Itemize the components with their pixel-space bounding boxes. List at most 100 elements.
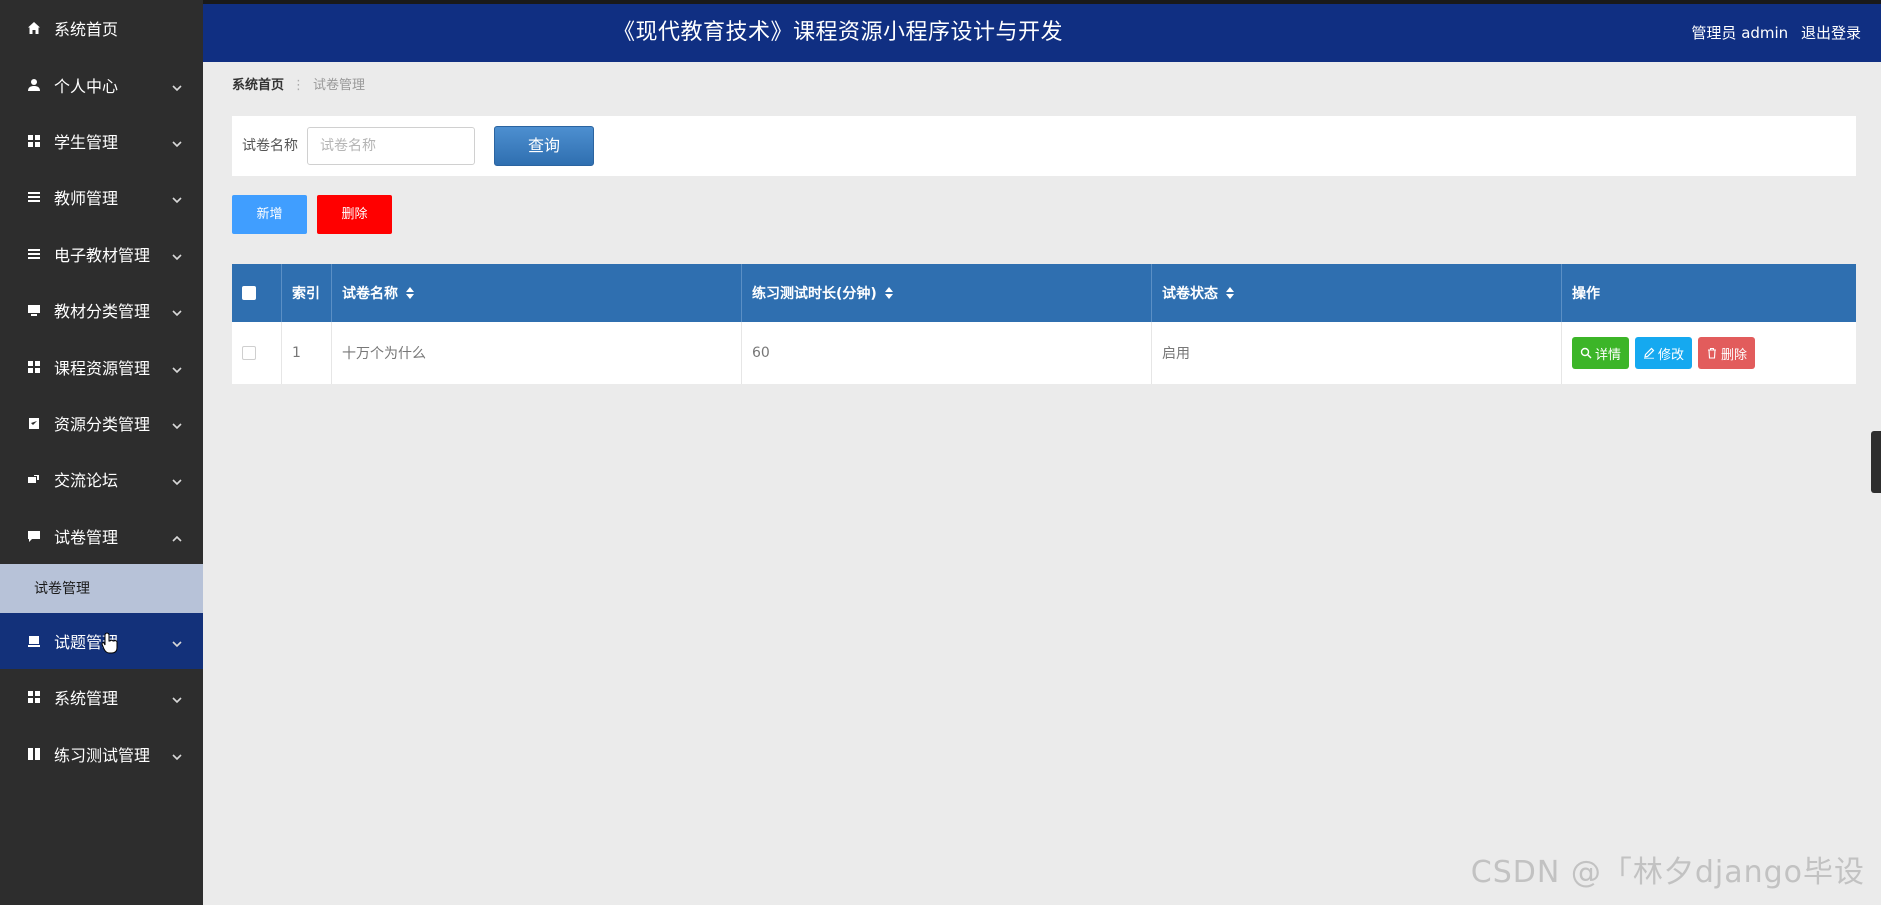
sidebar-item-students[interactable]: 学生管理 [0,113,203,169]
grid-icon [26,689,42,705]
chevron-down-icon [171,417,183,430]
delete-button[interactable]: 删除 [317,195,392,234]
list-icon [26,246,42,262]
sidebar-item-personal-center[interactable]: 个人中心 [0,56,203,112]
user-area: 管理员 admin 退出登录 [1683,4,1861,62]
sidebar-item-practice-tests[interactable]: 练习测试管理 [0,726,203,782]
sidebar-item-home[interactable]: 系统首页 [0,0,203,56]
search-icon [1580,347,1592,359]
tray-icon [26,633,42,649]
chevron-down-icon [171,635,183,648]
grid-icon [26,359,42,375]
table-row: 1 十万个为什么 60 启用 详情 修改 删除 [232,322,1856,384]
select-all-checkbox[interactable] [242,286,256,300]
row-delete-button-label: 删除 [1721,347,1748,363]
row-checkbox[interactable] [242,346,256,360]
cell-name: 十万个为什么 [332,322,742,384]
sidebar-item-label: 交流论坛 [54,471,119,491]
edit-button-label: 修改 [1658,347,1685,363]
list-icon [26,189,42,205]
search-label: 试卷名称 [242,138,298,154]
chevron-down-icon [171,691,183,704]
data-table: 索引 试卷名称 练习测试时长(分钟) 试卷状态 操作 1 十万个为什么 60 启… [232,264,1856,384]
breadcrumb: 系统首页 ⋮ 试卷管理 [232,74,365,93]
column-header-actions: 操作 [1562,264,1856,322]
chevron-down-icon [171,748,183,761]
sidebar-item-course-resources[interactable]: 课程资源管理 [0,338,203,394]
sidebar-subitem-exam-papers[interactable]: 试卷管理 [0,563,203,613]
chevron-down-icon [171,135,183,148]
chevron-down-icon [171,191,183,204]
column-header-label: 操作 [1572,286,1600,302]
column-header-label: 索引 [292,286,320,302]
breadcrumb-current: 试卷管理 [313,78,366,93]
logout-link[interactable]: 退出登录 [1801,24,1861,42]
edit-button[interactable]: 修改 [1635,337,1693,369]
cell-status: 启用 [1152,322,1562,384]
search-button[interactable]: 查询 [494,126,594,166]
cell-index: 1 [282,322,332,384]
sidebar-item-exam-papers[interactable]: 试卷管理 [0,508,203,564]
app-title: 《现代教育技术》课程资源小程序设计与开发 [612,20,1063,45]
sidebar-item-label: 个人中心 [54,76,119,96]
sidebar-item-textbook-categories[interactable]: 教材分类管理 [0,282,203,338]
grid-icon [26,133,42,149]
sidebar-item-label: 课程资源管理 [54,358,151,378]
sidebar-item-label: 学生管理 [54,132,119,152]
sidebar-item-label: 教材分类管理 [54,302,151,322]
sidebar-item-system[interactable]: 系统管理 [0,669,203,725]
add-button[interactable]: 新增 [232,195,307,234]
breadcrumb-home[interactable]: 系统首页 [232,78,284,93]
detail-button[interactable]: 详情 [1572,337,1630,369]
book-icon [26,746,42,762]
sidebar-item-teachers[interactable]: 教师管理 [0,169,203,225]
chevron-down-icon [171,473,183,486]
sidebar-item-label: 系统首页 [54,20,119,40]
breadcrumb-separator: ⋮ [292,78,306,93]
sidebar-item-label: 资源分类管理 [54,414,151,434]
top-header: 《现代教育技术》课程资源小程序设计与开发 管理员 admin 退出登录 [203,0,1881,62]
home-icon [26,20,42,36]
column-header-label: 试卷状态 [1162,286,1218,302]
chevron-down-icon [171,79,183,91]
sidebar-item-label: 教师管理 [54,189,119,209]
sort-icon[interactable] [1226,287,1234,299]
message-icon [26,528,42,544]
sort-icon[interactable] [884,287,893,299]
clipboard-icon [26,415,42,431]
watermark: CSDN @「林夕django毕设 [1470,855,1865,890]
sidebar-item-label: 系统管理 [54,689,119,709]
user-icon [26,77,42,93]
hand-cursor-icon [101,632,118,654]
sidebar-item-forum[interactable]: 交流论坛 [0,451,203,507]
column-header-status[interactable]: 试卷状态 [1152,264,1562,322]
sort-icon[interactable] [406,287,414,299]
search-input[interactable] [307,127,475,165]
sidebar-item-label: 电子教材管理 [54,245,151,265]
column-header-label: 练习测试时长(分钟) [752,286,877,302]
scroll-handle[interactable] [1871,431,1881,493]
row-delete-button[interactable]: 删除 [1698,337,1756,369]
sidebar-item-label: 练习测试管理 [54,745,151,765]
trash-icon [1708,347,1717,359]
column-header-index: 索引 [282,264,332,322]
user-label: 管理员 admin [1691,24,1789,42]
chat-icon [26,471,42,487]
detail-button-label: 详情 [1595,347,1622,363]
column-header-label: 试卷名称 [342,286,398,302]
column-header-duration[interactable]: 练习测试时长(分钟) [742,264,1152,322]
chevron-down-icon [171,248,183,260]
cell-duration: 60 [742,322,1152,384]
column-header-name[interactable]: 试卷名称 [332,264,742,322]
sidebar-item-e-textbooks[interactable]: 电子教材管理 [0,226,203,282]
sidebar-item-label: 试卷管理 [54,527,119,547]
chevron-down-icon [171,304,183,317]
chevron-up-icon [171,530,183,542]
chevron-down-icon [171,361,183,373]
table-header: 索引 试卷名称 练习测试时长(分钟) 试卷状态 操作 [232,264,1856,322]
pencil-icon [1644,347,1655,359]
search-panel: 试卷名称 查询 [232,116,1856,176]
cell-actions: 详情 修改 删除 [1562,322,1856,384]
sidebar-item-resource-categories[interactable]: 资源分类管理 [0,395,203,451]
monitor-icon [26,302,42,318]
